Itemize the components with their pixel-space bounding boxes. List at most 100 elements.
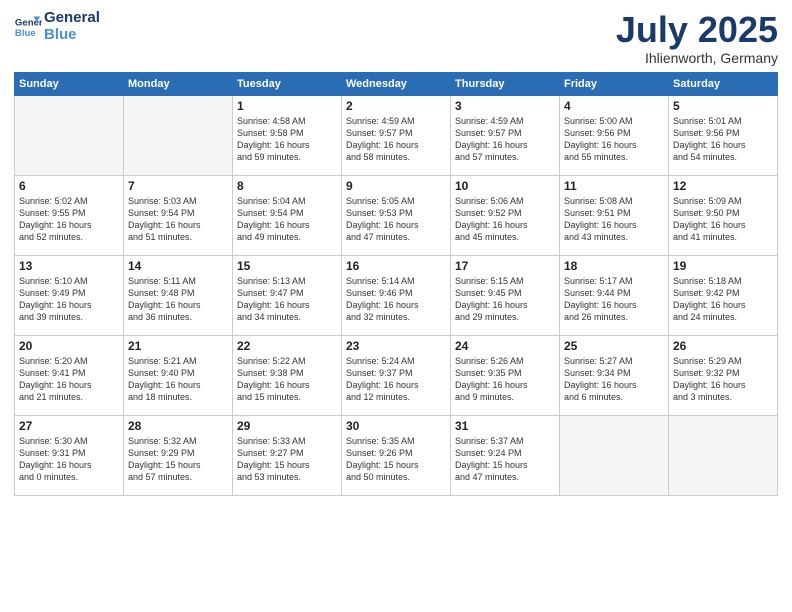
- day-info: Sunrise: 5:10 AM Sunset: 9:49 PM Dayligh…: [19, 275, 119, 324]
- day-number: 17: [455, 259, 555, 273]
- calendar-week-row: 20 Sunrise: 5:20 AM Sunset: 9:41 PM Dayli…: [15, 335, 778, 415]
- calendar-cell: 24Sunrise: 5:26 AM Sunset: 9:35 PM Dayli…: [451, 335, 560, 415]
- day-number: 18: [564, 259, 664, 273]
- day-info: Sunrise: 5:11 AM Sunset: 9:48 PM Dayligh…: [128, 275, 228, 324]
- day-info: Sunrise: 5:15 AM Sunset: 9:45 PM Dayligh…: [455, 275, 555, 324]
- calendar-cell: 12 Sunrise: 5:09 AM Sunset: 9:50 PM Dayli…: [669, 175, 778, 255]
- day-number: 22: [237, 339, 337, 353]
- day-number: 21: [128, 339, 228, 353]
- day-info: Sunrise: 5:00 AM Sunset: 9:56 PM Dayligh…: [564, 115, 664, 164]
- calendar-cell: [124, 95, 233, 175]
- calendar-cell: 28 Sunrise: 5:32 AM Sunset: 9:29 PM Dayli…: [124, 415, 233, 495]
- weekday-header: Wednesday: [342, 72, 451, 95]
- calendar-week-row: 6 Sunrise: 5:02 AM Sunset: 9:55 PM Daylig…: [15, 175, 778, 255]
- day-number: 16: [346, 259, 446, 273]
- day-number: 29: [237, 419, 337, 433]
- day-info: Sunrise: 5:17 AM Sunset: 9:44 PM Dayligh…: [564, 275, 664, 324]
- weekday-header: Tuesday: [233, 72, 342, 95]
- day-number: 2: [346, 99, 446, 113]
- calendar-cell: 17 Sunrise: 5:15 AM Sunset: 9:45 PM Dayli…: [451, 255, 560, 335]
- calendar-cell: 31Sunrise: 5:37 AM Sunset: 9:24 PM Dayli…: [451, 415, 560, 495]
- page: General Blue General Blue July 2025 Ihli…: [0, 0, 792, 612]
- calendar-cell: 7Sunrise: 5:03 AM Sunset: 9:54 PM Daylig…: [124, 175, 233, 255]
- calendar-cell: 21 Sunrise: 5:21 AM Sunset: 9:40 PM Dayli…: [124, 335, 233, 415]
- calendar-cell: [669, 415, 778, 495]
- calendar-cell: 22 Sunrise: 5:22 AM Sunset: 9:38 PM Dayli…: [233, 335, 342, 415]
- day-number: 6: [19, 179, 119, 193]
- day-number: 14: [128, 259, 228, 273]
- calendar-cell: 30 Sunrise: 5:35 AM Sunset: 9:26 PM Dayli…: [342, 415, 451, 495]
- weekday-header: Monday: [124, 72, 233, 95]
- calendar-cell: 2 Sunrise: 4:59 AM Sunset: 9:57 PM Daylig…: [342, 95, 451, 175]
- day-info: Sunrise: 5:33 AM Sunset: 9:27 PM Dayligh…: [237, 435, 337, 484]
- day-number: 25: [564, 339, 664, 353]
- title-block: July 2025 Ihlienworth, Germany: [616, 10, 778, 66]
- day-info: Sunrise: 5:06 AM Sunset: 9:52 PM Dayligh…: [455, 195, 555, 244]
- calendar-cell: 20 Sunrise: 5:20 AM Sunset: 9:41 PM Dayli…: [15, 335, 124, 415]
- day-number: 3: [455, 99, 555, 113]
- calendar-cell: 10Sunrise: 5:06 AM Sunset: 9:52 PM Dayli…: [451, 175, 560, 255]
- header: General Blue General Blue July 2025 Ihli…: [14, 10, 778, 66]
- day-number: 11: [564, 179, 664, 193]
- day-number: 30: [346, 419, 446, 433]
- calendar-cell: 16 Sunrise: 5:14 AM Sunset: 9:46 PM Dayli…: [342, 255, 451, 335]
- calendar-week-row: 1Sunrise: 4:58 AM Sunset: 9:58 PM Daylig…: [15, 95, 778, 175]
- day-info: Sunrise: 5:04 AM Sunset: 9:54 PM Dayligh…: [237, 195, 337, 244]
- calendar-cell: 13 Sunrise: 5:10 AM Sunset: 9:49 PM Dayli…: [15, 255, 124, 335]
- day-number: 12: [673, 179, 773, 193]
- day-number: 27: [19, 419, 119, 433]
- day-number: 28: [128, 419, 228, 433]
- calendar-cell: 11Sunrise: 5:08 AM Sunset: 9:51 PM Dayli…: [560, 175, 669, 255]
- day-number: 15: [237, 259, 337, 273]
- day-info: Sunrise: 5:02 AM Sunset: 9:55 PM Dayligh…: [19, 195, 119, 244]
- logo-icon: General Blue: [14, 13, 42, 41]
- day-info: Sunrise: 5:22 AM Sunset: 9:38 PM Dayligh…: [237, 355, 337, 404]
- day-number: 1: [237, 99, 337, 113]
- day-info: Sunrise: 5:29 AM Sunset: 9:32 PM Dayligh…: [673, 355, 773, 404]
- day-number: 5: [673, 99, 773, 113]
- day-number: 19: [673, 259, 773, 273]
- calendar-cell: 4Sunrise: 5:00 AM Sunset: 9:56 PM Daylig…: [560, 95, 669, 175]
- day-info: Sunrise: 5:09 AM Sunset: 9:50 PM Dayligh…: [673, 195, 773, 244]
- day-info: Sunrise: 4:59 AM Sunset: 9:57 PM Dayligh…: [455, 115, 555, 164]
- calendar-cell: 19 Sunrise: 5:18 AM Sunset: 9:42 PM Dayli…: [669, 255, 778, 335]
- calendar-cell: [560, 415, 669, 495]
- day-info: Sunrise: 5:21 AM Sunset: 9:40 PM Dayligh…: [128, 355, 228, 404]
- day-number: 9: [346, 179, 446, 193]
- calendar-cell: 8 Sunrise: 5:04 AM Sunset: 9:54 PM Daylig…: [233, 175, 342, 255]
- calendar-cell: 27Sunrise: 5:30 AM Sunset: 9:31 PM Dayli…: [15, 415, 124, 495]
- calendar-cell: 26 Sunrise: 5:29 AM Sunset: 9:32 PM Dayli…: [669, 335, 778, 415]
- day-info: Sunrise: 5:24 AM Sunset: 9:37 PM Dayligh…: [346, 355, 446, 404]
- location-subtitle: Ihlienworth, Germany: [616, 50, 778, 66]
- calendar-header-row: SundayMondayTuesdayWednesdayThursdayFrid…: [15, 72, 778, 95]
- logo-blue: Blue: [44, 27, 100, 44]
- calendar-week-row: 27Sunrise: 5:30 AM Sunset: 9:31 PM Dayli…: [15, 415, 778, 495]
- day-info: Sunrise: 5:32 AM Sunset: 9:29 PM Dayligh…: [128, 435, 228, 484]
- day-number: 24: [455, 339, 555, 353]
- calendar-cell: 3 Sunrise: 4:59 AM Sunset: 9:57 PM Daylig…: [451, 95, 560, 175]
- calendar-cell: 14 Sunrise: 5:11 AM Sunset: 9:48 PM Dayli…: [124, 255, 233, 335]
- calendar-cell: 25 Sunrise: 5:27 AM Sunset: 9:34 PM Dayli…: [560, 335, 669, 415]
- day-number: 8: [237, 179, 337, 193]
- calendar-cell: 23Sunrise: 5:24 AM Sunset: 9:37 PM Dayli…: [342, 335, 451, 415]
- logo-general: General: [44, 10, 100, 27]
- day-info: Sunrise: 4:59 AM Sunset: 9:57 PM Dayligh…: [346, 115, 446, 164]
- weekday-header: Saturday: [669, 72, 778, 95]
- day-info: Sunrise: 5:20 AM Sunset: 9:41 PM Dayligh…: [19, 355, 119, 404]
- day-info: Sunrise: 5:35 AM Sunset: 9:26 PM Dayligh…: [346, 435, 446, 484]
- day-info: Sunrise: 5:14 AM Sunset: 9:46 PM Dayligh…: [346, 275, 446, 324]
- calendar-cell: 1Sunrise: 4:58 AM Sunset: 9:58 PM Daylig…: [233, 95, 342, 175]
- weekday-header: Sunday: [15, 72, 124, 95]
- day-number: 26: [673, 339, 773, 353]
- day-info: Sunrise: 5:27 AM Sunset: 9:34 PM Dayligh…: [564, 355, 664, 404]
- day-number: 13: [19, 259, 119, 273]
- day-info: Sunrise: 5:13 AM Sunset: 9:47 PM Dayligh…: [237, 275, 337, 324]
- weekday-header: Thursday: [451, 72, 560, 95]
- weekday-header: Friday: [560, 72, 669, 95]
- day-info: Sunrise: 5:18 AM Sunset: 9:42 PM Dayligh…: [673, 275, 773, 324]
- day-number: 31: [455, 419, 555, 433]
- calendar-week-row: 13 Sunrise: 5:10 AM Sunset: 9:49 PM Dayli…: [15, 255, 778, 335]
- day-number: 20: [19, 339, 119, 353]
- day-info: Sunrise: 5:01 AM Sunset: 9:56 PM Dayligh…: [673, 115, 773, 164]
- svg-text:Blue: Blue: [15, 27, 36, 38]
